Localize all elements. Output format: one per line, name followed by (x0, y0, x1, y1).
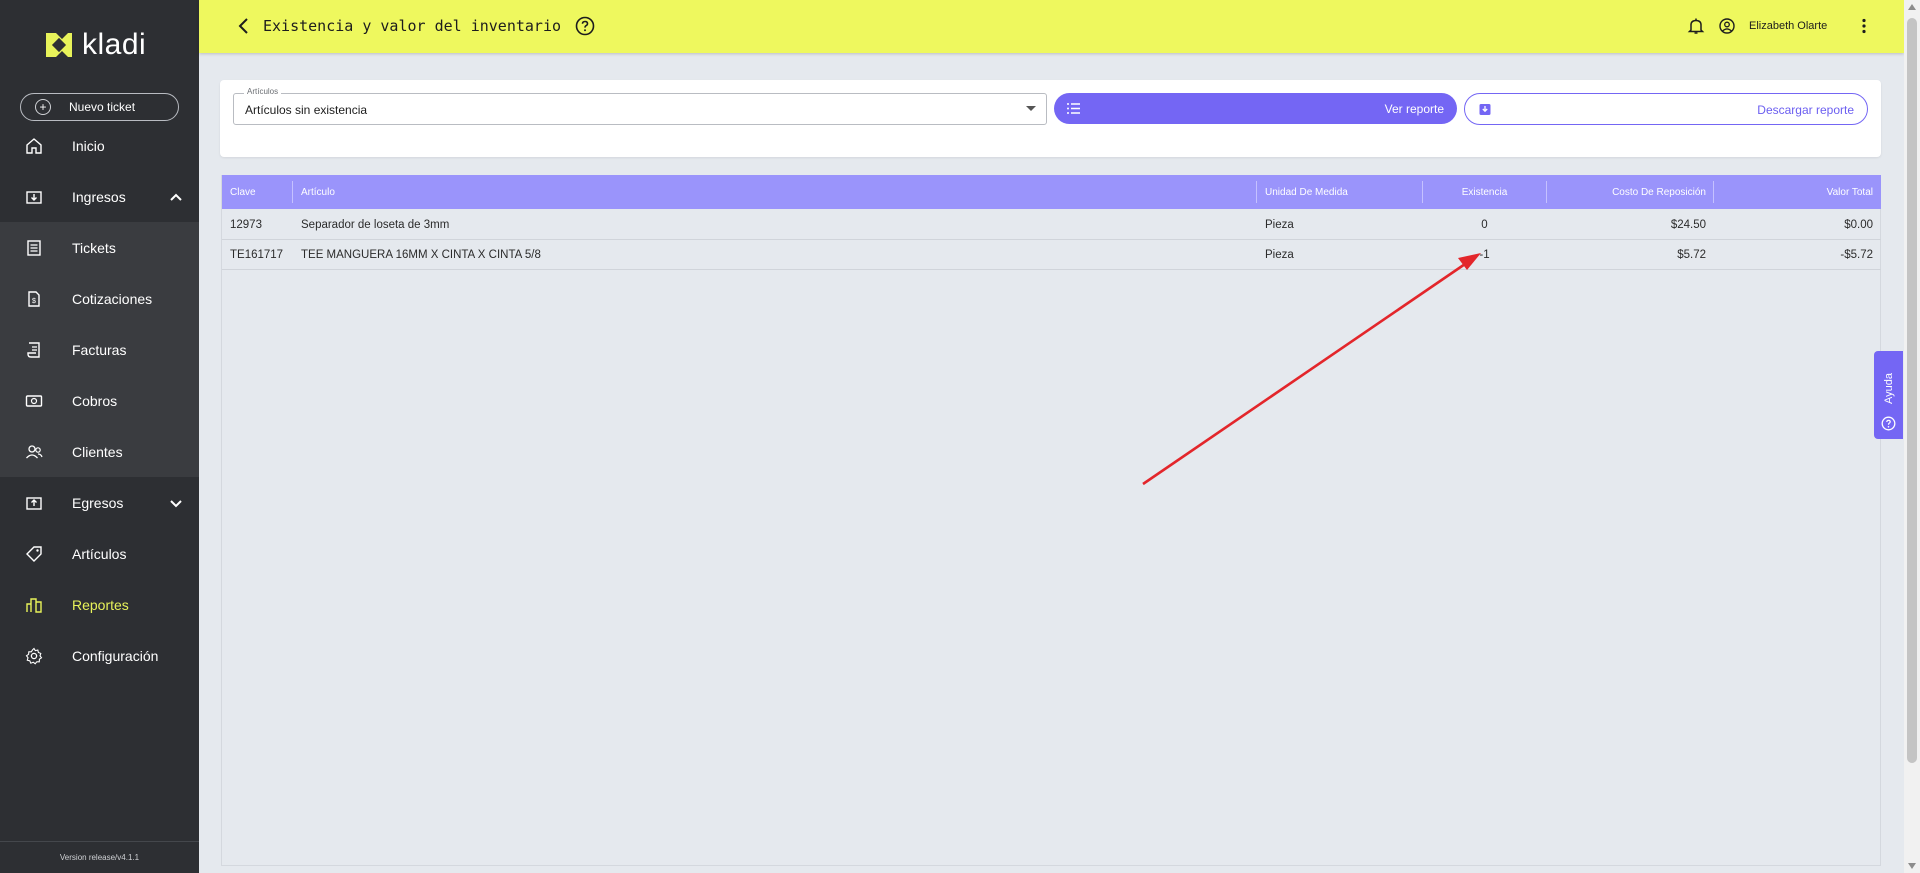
chevron-down-icon[interactable] (169, 496, 183, 510)
cell-valor: $0.00 (1844, 219, 1873, 231)
income-icon (26, 190, 42, 204)
cell-unidad: Pieza (1265, 219, 1294, 231)
cell-clave: TE161717 (230, 249, 284, 261)
dropdown-caret-icon (1026, 106, 1036, 111)
download-report-label: Descargar reporte (1757, 103, 1854, 117)
sidebar-item-label: Reportes (72, 596, 129, 613)
quote-icon: $ (28, 290, 40, 307)
cell-costo: $5.72 (1677, 249, 1706, 261)
page-title: Existencia y valor del inventario (263, 17, 562, 35)
chevron-up-icon[interactable] (169, 190, 183, 204)
list-icon (1067, 103, 1080, 114)
sidebar-item-cotizaciones[interactable]: $ Cotizaciones (0, 273, 199, 324)
column-header-valor[interactable]: Valor Total (1714, 175, 1873, 209)
cell-articulo: TEE MANGUERA 16MM X CINTA X CINTA 5/8 (301, 249, 541, 261)
scroll-up-arrow-icon[interactable] (1908, 4, 1916, 10)
sidebar-item-cobros[interactable]: Cobros (0, 375, 199, 426)
new-ticket-button[interactable]: + Nuevo ticket (20, 93, 179, 121)
cell-articulo: Separador de loseta de 3mm (301, 219, 450, 231)
reports-icon (26, 597, 42, 613)
user-name[interactable]: Elizabeth Olarte (1749, 20, 1827, 32)
help-tab-label: Ayuda (1883, 373, 1895, 405)
payments-icon (25, 394, 43, 407)
sidebar-item-label: Cobros (72, 392, 118, 409)
scroll-down-arrow-icon[interactable] (1908, 863, 1916, 869)
tag-icon (26, 545, 42, 562)
new-ticket-label: Nuevo ticket (69, 100, 136, 114)
kladi-logo-icon (46, 33, 72, 57)
user-avatar-icon[interactable] (1719, 18, 1735, 34)
expenses-icon (26, 496, 42, 510)
articles-select-value: Artículos sin existencia (245, 103, 368, 117)
ingresos-submenu: Tickets $ Cotizaciones Facturas Cobros C… (0, 222, 199, 477)
kladi-logo[interactable]: kladi (44, 28, 146, 62)
sidebar-item-label: Facturas (72, 341, 127, 358)
cell-clave: 12973 (230, 219, 262, 231)
sidebar-item-egresos[interactable]: Egresos (0, 477, 199, 528)
more-vert-icon[interactable] (1855, 17, 1873, 35)
sidebar-item-label: Artículos (72, 545, 127, 562)
sidebar-item-label: Tickets (72, 239, 116, 256)
column-divider (292, 181, 293, 203)
sidebar-item-tickets[interactable]: Tickets (0, 222, 199, 273)
gear-icon (25, 647, 43, 664)
bell-icon[interactable] (1687, 17, 1705, 35)
ticket-icon (27, 239, 41, 256)
cell-existencia: 0 (1481, 219, 1488, 231)
page-scrollbar[interactable] (1904, 0, 1920, 873)
help-icon (1881, 416, 1896, 431)
cell-costo: $24.50 (1670, 219, 1706, 231)
top-header: Existencia y valor del inventario Elizab… (199, 0, 1904, 53)
sidebar: kladi + Nuevo ticket Inicio Ingresos Tic… (0, 0, 199, 873)
scroll-thumb[interactable] (1907, 18, 1917, 763)
help-circle-icon[interactable] (575, 16, 595, 36)
sidebar-item-configuracion[interactable]: Configuración (0, 630, 199, 681)
cell-valor: -$5.72 (1840, 249, 1873, 261)
articles-select-label: Artículos (244, 87, 282, 96)
inventory-table: Clave Artículo Unidad De Medida Existenc… (221, 175, 1881, 866)
column-header-costo[interactable]: Costo De Reposición (1547, 175, 1706, 209)
sidebar-item-facturas[interactable]: Facturas (0, 324, 199, 375)
view-report-button[interactable]: Ver reporte (1054, 93, 1457, 124)
sidebar-item-inicio[interactable]: Inicio (0, 120, 199, 171)
sidebar-item-label: Inicio (72, 137, 105, 154)
help-tab[interactable]: Ayuda (1874, 351, 1903, 439)
sidebar-item-label: Ingresos (72, 188, 126, 205)
table-header: Clave Artículo Unidad De Medida Existenc… (222, 175, 1881, 209)
sidebar-item-clientes[interactable]: Clientes (0, 426, 199, 477)
column-divider (1256, 181, 1257, 203)
articles-select[interactable]: Artículos Artículos sin existencia (233, 87, 1047, 125)
table-row[interactable]: 12973 Separador de loseta de 3mm Pieza 0… (222, 210, 1881, 240)
sidebar-item-ingresos[interactable]: Ingresos (0, 171, 199, 222)
column-header-articulo[interactable]: Artículo (301, 175, 335, 209)
sidebar-item-label: Cotizaciones (72, 290, 153, 307)
cell-existencia: -1 (1479, 249, 1490, 261)
report-filter-card: Artículos Artículos sin existencia Ver r… (220, 80, 1881, 157)
brand-name: kladi (82, 28, 147, 61)
sidebar-item-reportes[interactable]: Reportes (0, 579, 199, 630)
download-report-button[interactable]: Descargar reporte (1464, 93, 1868, 125)
svg-text:$: $ (32, 298, 36, 305)
plus-icon: + (35, 99, 51, 115)
sidebar-item-articulos[interactable]: Artículos (0, 528, 199, 579)
home-icon (26, 137, 42, 154)
clients-icon (26, 444, 43, 458)
column-header-unidad[interactable]: Unidad De Medida (1265, 175, 1348, 209)
view-report-label: Ver reporte (1384, 102, 1444, 116)
invoice-icon (27, 341, 40, 358)
column-header-existencia[interactable]: Existencia (1423, 175, 1546, 209)
sidebar-item-label: Clientes (72, 443, 123, 460)
sidebar-item-label: Configuración (72, 647, 159, 664)
download-icon (1479, 104, 1491, 115)
cell-unidad: Pieza (1265, 249, 1294, 261)
table-row[interactable]: TE161717 TEE MANGUERA 16MM X CINTA X CIN… (222, 240, 1881, 270)
back-arrow-icon[interactable] (235, 17, 253, 35)
version-label: Version release/v4.1.1 (0, 841, 199, 873)
column-header-clave[interactable]: Clave (230, 175, 256, 209)
sidebar-item-label: Egresos (72, 494, 124, 511)
